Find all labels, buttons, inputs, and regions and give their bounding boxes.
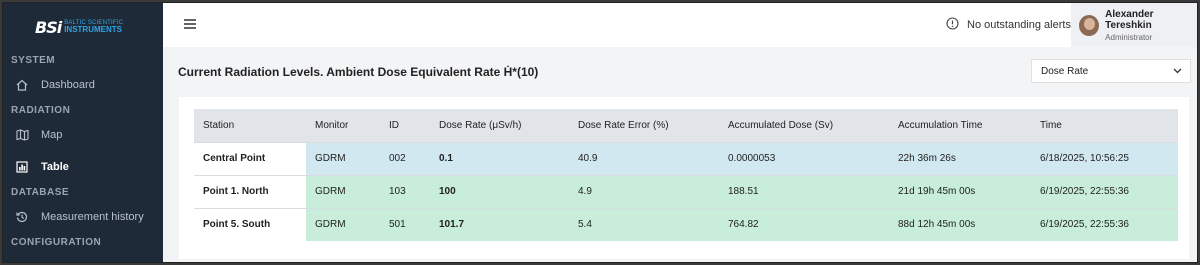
- cell-time: 6/18/2025, 10:56:25: [1031, 141, 1178, 175]
- cell-dose-rate: 100: [430, 174, 569, 208]
- cell-id: 501: [380, 207, 430, 241]
- col-header-time[interactable]: Time: [1031, 109, 1178, 142]
- col-header-dose-rate[interactable]: Dose Rate (μSv/h): [430, 109, 569, 142]
- table-header-row: Station Monitor ID Dose Rate (μSv/h) Dos…: [194, 109, 1178, 142]
- cell-dose-rate: 0.1: [430, 141, 569, 175]
- cell-accumulation-time: 22h 36m 26s: [889, 141, 1031, 175]
- table-row[interactable]: Point 5. South GDRM 501 101.7 5.4 764.82…: [194, 207, 1178, 241]
- history-icon: [15, 210, 29, 224]
- cell-dose-rate-error: 40.9: [569, 141, 719, 175]
- menu-toggle-icon[interactable]: [183, 17, 197, 29]
- cell-accumulated-dose: 764.82: [719, 207, 889, 241]
- col-header-accumulated-dose[interactable]: Accumulated Dose (Sv): [719, 109, 889, 142]
- section-system: SYSTEM: [11, 54, 56, 66]
- avatar: [1079, 14, 1100, 36]
- section-radiation: RADIATION: [11, 104, 71, 116]
- topbar: No outstanding alerts Alexander Tereshki…: [163, 3, 1197, 47]
- user-name: Alexander Tereshkin: [1105, 8, 1154, 31]
- cell-accumulation-time: 88d 12h 45m 00s: [889, 207, 1031, 241]
- sidebar-item-measurement-history[interactable]: Measurement history: [3, 201, 163, 233]
- col-header-accumulation-time[interactable]: Accumulation Time: [889, 109, 1031, 142]
- cell-station: Point 5. South: [194, 207, 306, 241]
- table-card: Station Monitor ID Dose Rate (μSv/h) Dos…: [179, 97, 1189, 259]
- sidebar-item-dashboard[interactable]: Dashboard: [3, 69, 163, 101]
- sidebar-item-label: Measurement history: [41, 211, 144, 223]
- table-row[interactable]: Central Point GDRM 002 0.1 40.9 0.000005…: [194, 141, 1178, 175]
- table-row[interactable]: Point 1. North GDRM 103 100 4.9 188.51 2…: [194, 174, 1178, 208]
- alerts-indicator[interactable]: No outstanding alerts: [946, 17, 1071, 33]
- sidebar-item-table[interactable]: Table: [3, 151, 163, 183]
- sidebar-item-label: Table: [41, 161, 69, 173]
- col-header-monitor[interactable]: Monitor: [306, 109, 380, 142]
- metric-select-value: Dose Rate: [1041, 65, 1089, 77]
- home-icon: [15, 78, 29, 92]
- page-title: Current Radiation Levels. Ambient Dose E…: [178, 65, 539, 79]
- metric-select[interactable]: Dose Rate: [1031, 59, 1191, 83]
- cell-station: Point 1. North: [194, 174, 306, 208]
- cell-time: 6/19/2025, 22:55:36: [1031, 174, 1178, 208]
- col-header-station[interactable]: Station: [194, 109, 306, 142]
- cell-dose-rate-error: 4.9: [569, 174, 719, 208]
- user-role: Administrator: [1105, 32, 1153, 42]
- cell-time: 6/19/2025, 22:55:36: [1031, 207, 1178, 241]
- logo-line2: INSTRUMENTS: [64, 25, 122, 34]
- bar-chart-icon: [15, 160, 29, 174]
- cell-id: 002: [380, 141, 430, 175]
- chevron-down-icon: [1173, 66, 1182, 77]
- cell-dose-rate-error: 5.4: [569, 207, 719, 241]
- cell-accumulated-dose: 188.51: [719, 174, 889, 208]
- cell-accumulated-dose: 0.0000053: [719, 141, 889, 175]
- cell-monitor: GDRM: [306, 141, 380, 175]
- col-header-dose-rate-error[interactable]: Dose Rate Error (%): [569, 109, 719, 142]
- sidebar-item-label: Map: [41, 129, 63, 141]
- map-icon: [15, 128, 29, 142]
- app-window: BSi BALTIC SCIENTIFIC INSTRUMENTS SYSTEM…: [2, 2, 1198, 263]
- col-header-id[interactable]: ID: [380, 109, 430, 142]
- cell-station: Central Point: [194, 141, 306, 175]
- section-configuration: CONFIGURATION: [11, 236, 102, 248]
- alert-info-icon: [946, 17, 959, 33]
- cell-id: 103: [380, 174, 430, 208]
- section-database: DATABASE: [11, 186, 70, 198]
- sidebar-item-map[interactable]: Map: [3, 119, 163, 151]
- cell-dose-rate: 101.7: [430, 207, 569, 241]
- user-menu[interactable]: Alexander Tereshkin Administrator: [1071, 3, 1197, 47]
- cell-monitor: GDRM: [306, 174, 380, 208]
- logo[interactable]: BSi BALTIC SCIENTIFIC INSTRUMENTS: [3, 3, 163, 51]
- cell-accumulation-time: 21d 19h 45m 00s: [889, 174, 1031, 208]
- page-header: Current Radiation Levels. Ambient Dose E…: [163, 47, 1197, 91]
- cell-monitor: GDRM: [306, 207, 380, 241]
- logo-brand: BSi: [35, 17, 62, 37]
- alerts-text: No outstanding alerts: [967, 19, 1071, 31]
- radiation-table: Station Monitor ID Dose Rate (μSv/h) Dos…: [194, 109, 1178, 241]
- main-content: Current Radiation Levels. Ambient Dose E…: [163, 47, 1197, 262]
- sidebar: BSi BALTIC SCIENTIFIC INSTRUMENTS SYSTEM…: [3, 3, 163, 262]
- sidebar-item-label: Dashboard: [41, 79, 95, 91]
